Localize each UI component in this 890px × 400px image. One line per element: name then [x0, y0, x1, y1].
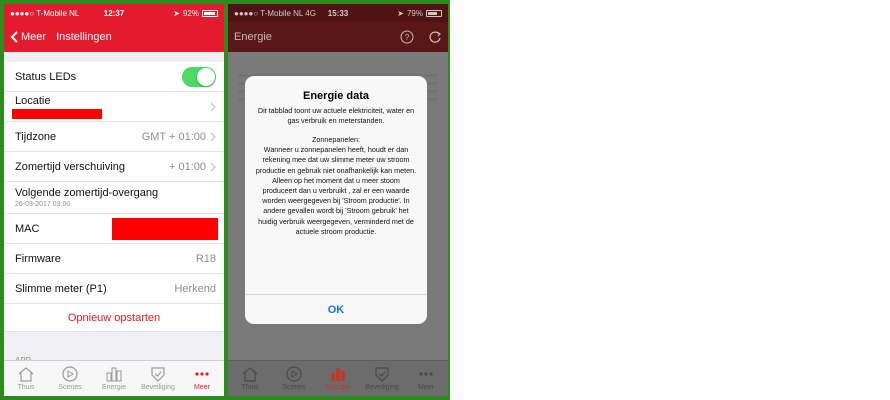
- carrier-label: ●●●●○ T-Mobile NL 4G: [234, 8, 316, 18]
- battery-percent: 79%: [406, 8, 423, 18]
- tab-energie[interactable]: Energie: [316, 361, 360, 396]
- tab-thuis[interactable]: Thuis: [228, 361, 272, 396]
- locatie-row[interactable]: Locatie: [4, 92, 224, 122]
- location-icon: ➤: [397, 8, 404, 18]
- zomertijd-label: Zomertijd verschuiving: [15, 160, 126, 173]
- battery-percent: 92%: [182, 8, 199, 18]
- play-circle-icon: [62, 366, 78, 382]
- tab-scenes[interactable]: Scenes: [48, 361, 92, 396]
- settings-screen: ●●●●○ T-Mobile NL 12:37 ➤ 92% Meer Inste…: [4, 4, 224, 396]
- chevron-left-icon: [10, 31, 18, 43]
- mac-label: MAC: [15, 222, 40, 235]
- help-icon[interactable]: ?: [400, 30, 414, 44]
- tab-meer[interactable]: Meer: [404, 361, 448, 396]
- redacted-mac: [112, 217, 218, 240]
- ok-button[interactable]: OK: [245, 294, 427, 324]
- home-icon: [242, 367, 258, 382]
- zomertijd-row[interactable]: Zomertijd verschuiving + 01:00: [4, 152, 224, 182]
- tab-label: Thuis: [17, 384, 35, 391]
- chevron-right-icon: [210, 102, 216, 111]
- home-icon: [18, 367, 34, 382]
- back-label: Meer: [21, 31, 47, 43]
- energie-screen: ●●●●○ T-Mobile NL 4G 15:33 ➤ 79% Energie…: [228, 4, 448, 396]
- settings-list: Status LEDs Locatie Tijdzone GMT + 01:00…: [4, 62, 224, 304]
- shield-icon: [151, 367, 165, 382]
- chevron-right-icon: [210, 162, 216, 171]
- status-leds-label: Status LEDs: [15, 70, 77, 83]
- battery-icon: [202, 9, 218, 17]
- firmware-label: Firmware: [15, 252, 61, 265]
- zomertijd-value: + 01:00: [168, 160, 206, 173]
- carrier-label: ●●●●○ T-Mobile NL: [10, 8, 80, 18]
- tab-label: Scenes: [282, 384, 306, 391]
- tab-thuis[interactable]: Thuis: [4, 361, 48, 396]
- tijdzone-row[interactable]: Tijdzone GMT + 01:00: [4, 122, 224, 152]
- dialog-text-intro: Dit tabblad toont uw actuele elektricite…: [257, 106, 415, 126]
- status-leds-toggle[interactable]: [182, 66, 216, 87]
- shield-icon: [375, 367, 389, 382]
- screenshot-stage: ●●●●○ T-Mobile NL 12:37 ➤ 92% Meer Inste…: [0, 0, 890, 400]
- tab-energie[interactable]: Energie: [92, 361, 136, 396]
- redacted-location: [12, 109, 102, 119]
- tab-bar: Thuis Scenes Energie Beveiliging Meer: [228, 360, 448, 396]
- dialog-text-zonnepanelen: Zonnepanelen: Wanneer u zonnepanelen hee…: [255, 134, 417, 236]
- tab-beveiliging[interactable]: Beveiliging: [360, 361, 404, 396]
- page-title: Energie: [234, 31, 272, 43]
- tab-label: Scenes: [58, 384, 82, 391]
- location-icon: ➤: [173, 8, 180, 18]
- tab-label: Thuis: [241, 384, 259, 391]
- volgende-overgang-row: Volgende zomertijd-overgang 26-03-2017 0…: [4, 182, 224, 214]
- slimme-meter-label: Slimme meter (P1): [15, 282, 107, 295]
- tab-bar: Thuis Scenes Energie Beveiliging Meer: [4, 360, 224, 396]
- tab-label: Energie: [325, 384, 351, 391]
- svg-text:?: ?: [405, 33, 410, 42]
- more-dots-icon: [419, 372, 433, 376]
- tab-meer[interactable]: Meer: [180, 361, 224, 396]
- tab-label: Beveiliging: [141, 384, 175, 391]
- tab-label: Energie: [101, 384, 127, 391]
- volgende-overgang-date: 26-03-2017 03:00: [15, 201, 71, 208]
- play-circle-icon: [286, 366, 302, 382]
- page-title: Instellingen: [56, 31, 112, 43]
- restart-button[interactable]: Opnieuw opstarten: [4, 304, 224, 332]
- tab-label: Meer: [418, 384, 434, 391]
- slimme-meter-value: Herkend: [174, 282, 216, 295]
- tab-label: Meer: [194, 384, 210, 391]
- tab-beveiliging[interactable]: Beveiliging: [136, 361, 180, 396]
- bar-chart-icon: [331, 368, 345, 381]
- mac-row: MAC: [4, 214, 224, 244]
- more-dots-icon: [195, 372, 209, 376]
- chevron-right-icon: [210, 132, 216, 141]
- status-leds-row: Status LEDs: [4, 62, 224, 92]
- bar-chart-icon: [106, 367, 122, 382]
- status-bar: ●●●●○ T-Mobile NL 4G 15:33 ➤ 79%: [228, 4, 448, 22]
- slimme-meter-row: Slimme meter (P1) Herkend: [4, 274, 224, 304]
- volgende-overgang-label: Volgende zomertijd-overgang: [15, 187, 159, 199]
- battery-icon: [426, 9, 442, 17]
- tab-scenes[interactable]: Scenes: [272, 361, 316, 396]
- firmware-row: Firmware R18: [4, 244, 224, 274]
- refresh-icon[interactable]: [428, 30, 442, 44]
- firmware-value: R18: [195, 252, 216, 265]
- locatie-label: Locatie: [15, 95, 51, 107]
- tijdzone-label: Tijdzone: [15, 130, 57, 143]
- nav-bar: Energie ?: [228, 22, 448, 52]
- energie-info-dialog: Energie data Dit tabblad toont uw actuel…: [245, 76, 427, 324]
- nav-bar: Meer Instellingen: [4, 22, 224, 52]
- tijdzone-value: GMT + 01:00: [141, 130, 206, 143]
- tab-label: Beveiliging: [365, 384, 399, 391]
- status-bar: ●●●●○ T-Mobile NL 12:37 ➤ 92%: [4, 4, 224, 22]
- back-button[interactable]: Meer: [10, 31, 46, 43]
- dialog-title: Energie data: [302, 90, 370, 102]
